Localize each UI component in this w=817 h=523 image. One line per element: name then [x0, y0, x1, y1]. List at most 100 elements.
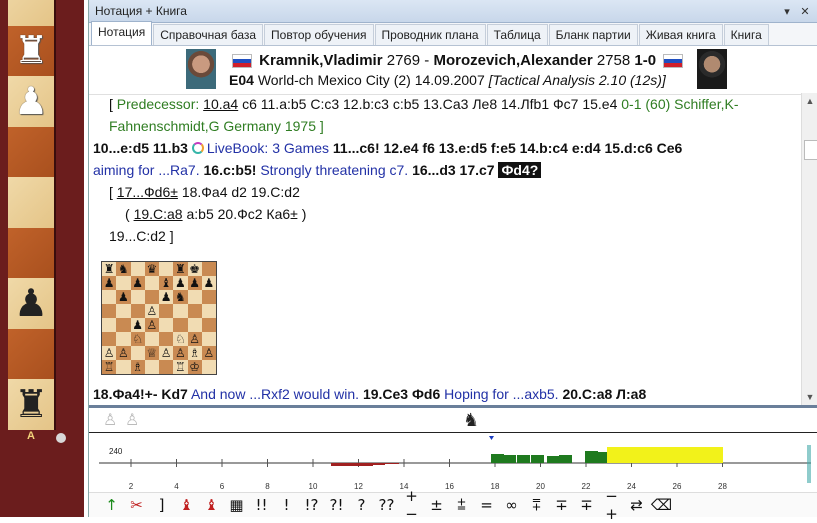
counterplay-icon[interactable]: ⇄ — [624, 496, 649, 514]
splitter[interactable] — [89, 405, 817, 408]
black-win-icon[interactable]: −+ — [599, 487, 624, 523]
board-square[interactable] — [8, 177, 54, 228]
graph-tick-label: 16 — [445, 482, 454, 491]
good-move-icon[interactable]: ! — [274, 496, 299, 514]
comment[interactable]: Hoping for ...axb5. — [444, 386, 558, 402]
diagram-square: ♞ — [173, 290, 188, 304]
diagram-square — [187, 318, 202, 332]
move[interactable]: Л:a8 — [616, 386, 646, 402]
black-winning-icon[interactable]: +− — [399, 487, 424, 523]
evaluation-graph[interactable]: 240 2 4 6 8 10 12 14 16 18 20 22 24 26 28 — [89, 432, 817, 493]
panel-menu-icon[interactable]: ▾ — [780, 5, 794, 18]
move[interactable]: 16.c:b5! — [204, 162, 257, 178]
chessboard-column[interactable]: ♜ ♟ ♟ ♜ — [8, 0, 56, 430]
move[interactable]: 19.Се3 — [363, 386, 408, 402]
promote-variation-icon[interactable]: ↑ — [99, 496, 124, 514]
move[interactable]: 18.Фа4!+- — [93, 386, 157, 402]
diagram-board[interactable]: ♜ ♞ ♛ ♜ ♚ ♟ ♟ ♝ ♟ ♟ ♟ ♟ ♟ ♞ ♙ ♟ ♙ ♘ ♘ ♙ ♙ ♙ ♕ ♙ ♙ ♗ ♙ ♖ ♗ ♖ ♔ — [101, 261, 217, 375]
compensation-icon[interactable]: ⩱ — [524, 496, 549, 514]
bracket: [ — [109, 184, 113, 200]
tab-4[interactable]: Таблица — [486, 24, 548, 45]
scroll-thumb[interactable] — [804, 140, 817, 160]
brilliant-move-icon[interactable]: !! — [249, 496, 274, 514]
delete-variation-icon[interactable]: ✂ — [124, 496, 149, 514]
blunder-icon[interactable]: ?? — [374, 496, 399, 514]
equal-icon[interactable]: = — [474, 496, 499, 514]
moves[interactable]: 11...c6! 12.e4 f6 13.e:d5 f:e5 14.b:c4 e… — [333, 140, 682, 156]
vertical-scrollbar[interactable]: ▲ ▼ — [801, 93, 817, 405]
moves[interactable]: 19...С:d2 ] — [109, 228, 174, 244]
unclear-icon[interactable]: ∞ — [499, 496, 524, 514]
white-piece[interactable]: ♟ — [8, 76, 54, 126]
black-piece-icon[interactable]: ♝ — [199, 496, 224, 514]
eval-bar — [547, 456, 560, 463]
comment[interactable]: aiming for ...Ra7. — [93, 162, 200, 178]
white-better-icon[interactable]: ± — [424, 496, 449, 514]
move[interactable]: 10.a4 — [203, 96, 238, 112]
graph-tick-label: 4 — [174, 482, 179, 491]
tab-5[interactable]: Бланк партии — [548, 24, 638, 45]
diagram-square: ♙ — [144, 318, 159, 332]
tab-7[interactable]: Книга — [723, 24, 769, 45]
diagram-square: ♟ — [130, 276, 145, 290]
event-line: E04 World-ch Mexico City (2) 14.09.2007 … — [229, 72, 666, 88]
board-square[interactable] — [8, 328, 54, 379]
black-piece[interactable]: ♜ — [8, 379, 54, 429]
moves[interactable]: a:b5 20.Фс2 Ка6± ) — [187, 206, 307, 222]
predecessor-players[interactable]: Fahnenschmidt,G Germany 1975 ] — [109, 118, 324, 134]
moves[interactable]: c6 11.a:b5 С:с3 12.b:c3 c:b5 13.Са3 Ле8 … — [242, 96, 617, 112]
diagram-square — [116, 318, 131, 332]
black-player-name[interactable]: Morozevich,Alexander — [433, 52, 592, 69]
predecessor-result[interactable]: 0-1 (60) Schiffer,K- — [621, 96, 738, 112]
moves[interactable]: 10...e:d5 11.b3 — [93, 140, 188, 156]
tab-0[interactable]: Нотация — [91, 21, 153, 45]
close-icon[interactable]: ✕ — [798, 5, 812, 18]
move[interactable]: Фd6 — [412, 386, 440, 402]
tab-3[interactable]: Проводник плана — [374, 24, 486, 45]
diagram-square: ♜ — [102, 262, 117, 276]
main-board-strip[interactable]: ♜ ♟ ♟ ♜ A — [0, 0, 84, 517]
graph-tick-label: 24 — [627, 482, 636, 491]
comment[interactable]: Strongly threatening c7. — [260, 162, 408, 178]
move[interactable]: 20.С:а8 — [562, 386, 612, 402]
evaluation-graph-svg[interactable]: 2402 4 6 8 10 12 14 16 18 20 22 24 26 28 — [89, 433, 817, 493]
comment[interactable]: And now ...Rxf2 would win. — [191, 386, 359, 402]
tab-6[interactable]: Живая книга — [638, 24, 723, 45]
scroll-down-icon[interactable]: ▼ — [802, 389, 817, 405]
mistake-icon[interactable]: ? — [349, 496, 374, 514]
current-move[interactable]: Фd4? — [498, 162, 542, 178]
board-square[interactable] — [8, 126, 54, 177]
move[interactable]: 19.С:а8 — [134, 206, 183, 222]
tab-bar: Нотация Справочная база Повтор обучения Про… — [89, 21, 817, 46]
tab-2[interactable]: Повтор обучения — [264, 24, 374, 45]
black-slightly-better-icon[interactable]: ∓ — [549, 496, 574, 514]
board-square[interactable] — [8, 0, 54, 26]
interesting-move-icon[interactable]: !? — [299, 496, 324, 514]
close-bracket-icon[interactable]: ] — [149, 496, 174, 514]
black-piece[interactable]: ♟ — [8, 278, 54, 328]
diagram-square — [116, 360, 131, 374]
panel-titlebar[interactable]: Нотация + Книга ▾ ✕ — [89, 0, 817, 23]
move[interactable]: Kd7 — [161, 386, 187, 402]
notation-text[interactable]: [ Predecessor: 10.a4 c6 11.a:b5 С:с3 12.… — [89, 93, 802, 405]
white-piece-icon[interactable]: ♝ — [174, 496, 199, 514]
diagram-square: ♟ — [173, 276, 188, 290]
livebook-link[interactable]: LiveBook: 3 Games — [207, 140, 329, 156]
dubious-move-icon[interactable]: ?! — [324, 496, 349, 514]
black-better-icon[interactable]: ∓ — [574, 496, 599, 514]
diagram-icon[interactable]: ▦ — [224, 496, 249, 514]
board-square[interactable] — [8, 227, 54, 278]
eraser-icon[interactable]: ⌫ — [649, 496, 674, 514]
white-player-name[interactable]: Kramnik,Vladimir — [259, 52, 382, 69]
white-piece[interactable]: ♜ — [8, 25, 54, 75]
white-slightly-better-icon[interactable]: ⩲ — [449, 496, 474, 514]
variation-line-3: 19...С:d2 ] — [93, 225, 802, 247]
diagram-square: ♗ — [130, 360, 145, 374]
variation-line-1: [ 17...Фd6± 18.Фa4 d2 19.С:d2 — [93, 181, 802, 203]
moves[interactable]: 18.Фa4 d2 19.С:d2 — [182, 184, 300, 200]
tab-1[interactable]: Справочная база — [153, 24, 264, 45]
scroll-up-icon[interactable]: ▲ — [802, 93, 817, 109]
move[interactable]: 17...Фd6± — [117, 184, 178, 200]
pawn-icon: ♙ — [125, 410, 140, 429]
moves[interactable]: 16...d3 17.c7 — [412, 162, 495, 178]
